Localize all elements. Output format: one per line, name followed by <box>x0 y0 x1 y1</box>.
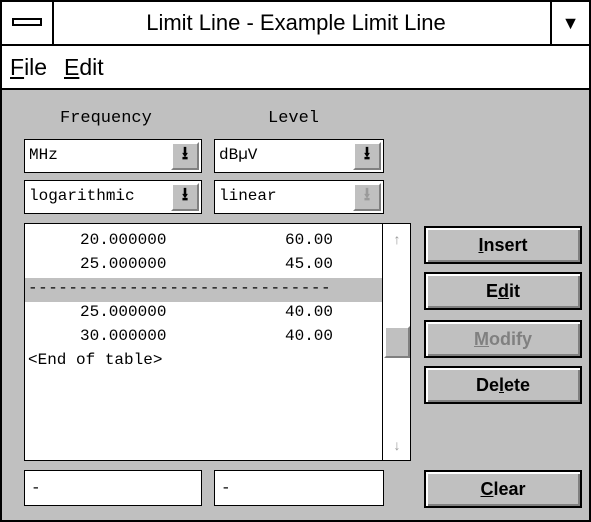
menu-bar: File Edit <box>2 46 589 90</box>
level-input[interactable]: - <box>214 470 384 506</box>
clear-button[interactable]: Clear <box>424 470 582 508</box>
table-row[interactable]: 25.000000 40.00 <box>25 300 383 324</box>
minimize-icon: ▼ <box>561 13 580 33</box>
table-row-separator-selected[interactable]: ------------------------------ <box>25 278 383 302</box>
table-row[interactable]: 25.000000 45.00 <box>25 252 383 276</box>
chevron-down-icon[interactable]: ⭳ <box>171 142 199 170</box>
chevron-down-disabled-icon: ⭳ <box>353 183 381 211</box>
limit-line-window: Limit Line - Example Limit Line ▼ File E… <box>0 0 591 522</box>
chevron-down-icon[interactable]: ⭳ <box>353 142 381 170</box>
level-label: Level <box>268 109 320 128</box>
frequency-unit-select[interactable]: MHz ⭳ <box>24 139 202 173</box>
edit-button[interactable]: Edit <box>424 272 582 310</box>
table-row[interactable]: 30.000000 40.00 <box>25 324 383 348</box>
limit-table-list[interactable]: 20.000000 60.00 25.000000 45.00 --------… <box>24 223 411 461</box>
minimize-button[interactable]: ▼ <box>550 2 589 44</box>
title-bar: Limit Line - Example Limit Line ▼ <box>2 2 589 46</box>
system-menu-icon <box>12 18 42 26</box>
level-scale-select[interactable]: linear ⭳ <box>214 180 384 214</box>
table-row[interactable]: 20.000000 60.00 <box>25 228 383 252</box>
frequency-label: Frequency <box>60 109 152 128</box>
menu-edit[interactable]: Edit <box>64 54 104 81</box>
scroll-down-icon[interactable]: ↓ <box>385 432 409 458</box>
window-title: Limit Line - Example Limit Line <box>146 10 446 35</box>
modify-button: Modify <box>424 320 582 358</box>
system-menu-button[interactable] <box>2 2 54 44</box>
chevron-down-icon[interactable]: ⭳ <box>171 183 199 211</box>
frequency-scale-select[interactable]: logarithmic ⭳ <box>24 180 202 214</box>
scroll-up-icon[interactable]: ↑ <box>385 226 409 252</box>
scrollbar-thumb[interactable] <box>384 326 410 358</box>
level-unit-select[interactable]: dBµV ⭳ <box>214 139 384 173</box>
delete-button[interactable]: Delete <box>424 366 582 404</box>
menu-file[interactable]: File <box>10 54 47 81</box>
insert-button[interactable]: Insert <box>424 226 582 264</box>
table-row-end[interactable]: <End of table> <box>25 348 383 372</box>
frequency-input[interactable]: - <box>24 470 202 506</box>
list-scrollbar[interactable]: ↑ ↓ <box>382 223 411 461</box>
